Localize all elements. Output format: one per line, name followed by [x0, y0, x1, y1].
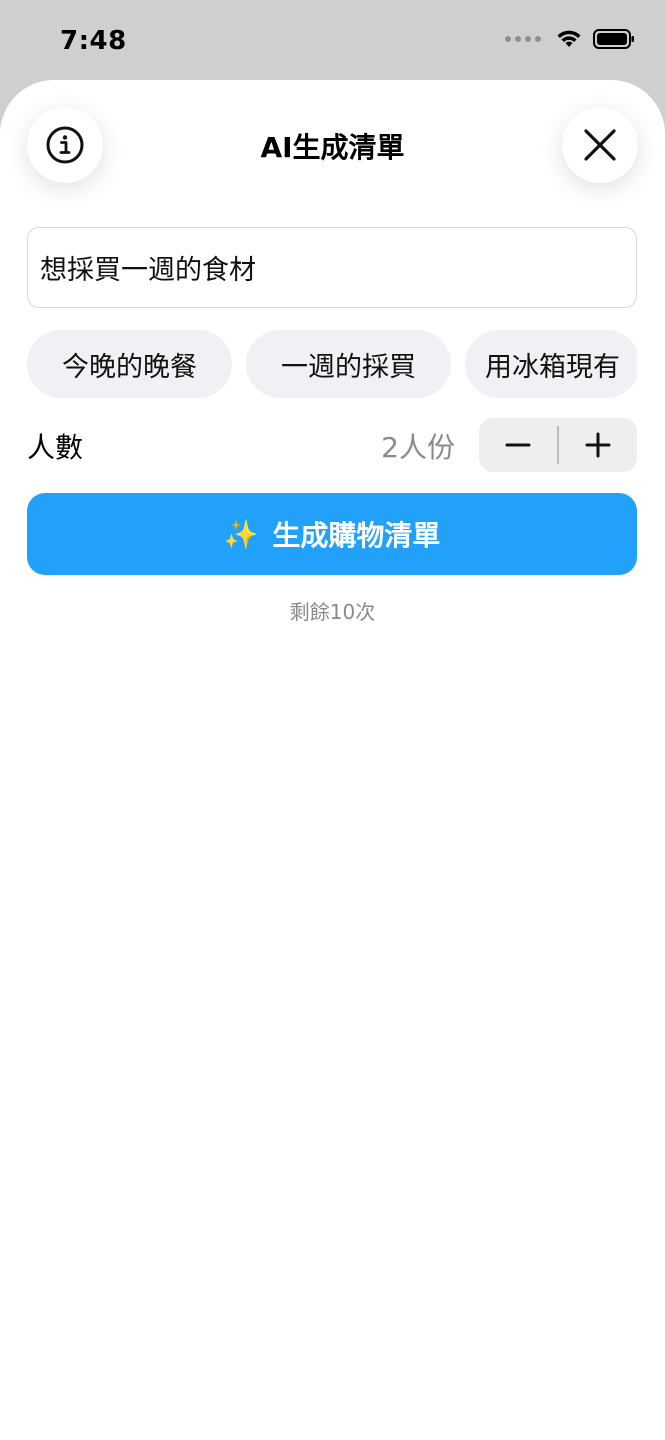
prompt-input-value: 想採買一週的食材 [40, 255, 256, 286]
generate-list-button[interactable]: ✨ 生成購物清單 [27, 493, 637, 575]
suggestion-chip-fridge[interactable]: 用冰箱現有 [465, 330, 637, 398]
suggestion-chip-weekly[interactable]: 一週的採買 [246, 330, 451, 398]
close-x-icon [584, 129, 616, 161]
plus-icon [585, 432, 611, 458]
ai-list-sheet: AI生成清單 想採買一週的食材 今晚的晚餐 一週的採買 用冰箱現有 人數 2人份 ✨… [0, 80, 665, 1440]
minus-icon [505, 443, 531, 447]
decrement-button[interactable] [479, 418, 557, 472]
battery-icon [593, 29, 634, 49]
prompt-input[interactable]: 想採買一週的食材 [27, 227, 637, 308]
status-icons [505, 28, 635, 50]
generate-list-label: 生成購物清單 [272, 519, 441, 552]
suggestion-chips: 今晚的晚餐 一週的採買 用冰箱現有 [27, 330, 637, 398]
status-bar: 7:48 [0, 0, 665, 80]
suggestion-chip-dinner[interactable]: 今晚的晚餐 [27, 330, 232, 398]
increment-button[interactable] [559, 418, 637, 472]
status-time: 7:48 [60, 26, 127, 56]
wifi-icon [557, 30, 581, 47]
servings-stepper [479, 418, 637, 472]
servings-label: 人數 [27, 431, 84, 464]
close-button[interactable] [562, 107, 638, 183]
remaining-count: 剩餘10次 [289, 600, 376, 624]
sparkles-icon: ✨ [223, 517, 259, 551]
cellular-signal-icon [505, 36, 541, 42]
servings-value: 2人份 [381, 431, 455, 464]
